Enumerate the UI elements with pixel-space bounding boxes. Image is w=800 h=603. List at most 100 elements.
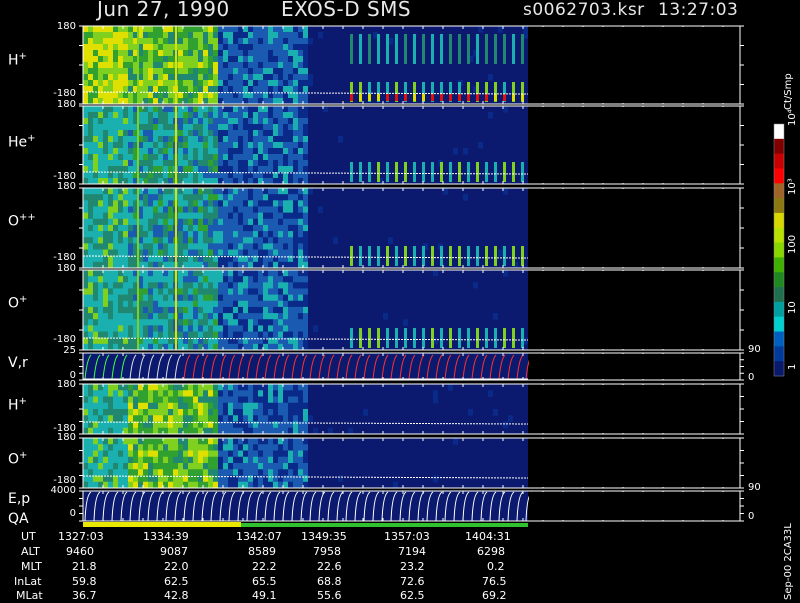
spin-streak: [440, 94, 443, 101]
spectrogram-cell: [118, 255, 123, 263]
spectrogram-cell: [278, 325, 283, 333]
spectrogram-cell: [273, 390, 278, 397]
spectrogram-cell: [293, 118, 298, 125]
spectrogram-cell: [223, 166, 228, 173]
spectrogram-cell: [453, 160, 458, 167]
spectrogram-cell: [268, 294, 273, 302]
spectrogram-cell: [208, 438, 213, 445]
spectrogram-cell: [93, 56, 98, 63]
spectrogram-cell: [243, 218, 248, 226]
spectrogram-cell: [103, 154, 108, 161]
spectrogram-cell: [188, 218, 193, 226]
spectrogram-cell: [213, 112, 218, 119]
spectrogram-cell: [358, 456, 363, 464]
spectrogram-cell: [123, 409, 128, 416]
spectrogram-cell: [213, 44, 218, 51]
spectrogram-cell: [293, 456, 298, 464]
spectrogram-cell: [98, 331, 103, 339]
spectrogram-cell: [93, 112, 98, 119]
spectrogram-cell: [298, 218, 303, 226]
spectrogram-cell: [198, 206, 203, 214]
spectrogram-cell: [128, 62, 133, 69]
spectrogram-cell: [243, 390, 248, 397]
spectrogram-cell: [263, 26, 268, 33]
spectrogram-cell: [178, 68, 183, 75]
spectrogram-cell: [198, 154, 203, 161]
spectrogram-cell: [268, 288, 273, 296]
spectrogram-cell: [158, 32, 163, 39]
spectrogram-cell: [98, 402, 103, 410]
spectrogram-cell: [343, 212, 348, 220]
spectrogram-cell: [238, 319, 243, 326]
spectrogram-cell: [188, 130, 193, 137]
spectrogram-cell: [198, 160, 203, 167]
spectrogram-cell: [98, 313, 103, 320]
spectrogram-cell: [283, 409, 288, 416]
spectrogram-cell: [228, 450, 233, 458]
spectrogram-cell: [113, 38, 118, 45]
qa-bar: [241, 523, 528, 527]
spectrogram-cell: [218, 206, 223, 214]
spectrogram-cell: [148, 469, 153, 476]
spectrogram-cell: [118, 456, 123, 464]
spectrogram-cell: [163, 38, 168, 45]
spectrogram-cell: [188, 200, 193, 207]
spectrogram-cell: [248, 415, 253, 422]
spectrogram-cell: [288, 44, 293, 51]
spectrogram-cell: [93, 270, 98, 277]
spectrogram-cell: [143, 231, 148, 238]
spectrogram-cell: [213, 276, 218, 283]
spectrogram-cell: [253, 402, 258, 410]
spectrogram-cell: [303, 237, 308, 244]
spectrogram-cell: [168, 118, 173, 125]
spectrogram-cell: [198, 249, 203, 257]
spectrogram-cell: [283, 74, 288, 81]
spectrogram-cell: [198, 142, 203, 149]
rtick-max: 90: [748, 344, 761, 355]
spectrogram-cell: [188, 237, 193, 244]
spectrogram-cell: [163, 402, 168, 410]
spectrogram-cell: [253, 444, 258, 451]
spectrogram-cell: [238, 188, 243, 195]
spectrogram-cell: [388, 237, 393, 244]
spin-streak: [377, 34, 380, 64]
spectrogram-cell: [178, 294, 183, 302]
spectrogram-cell: [193, 409, 198, 416]
spectrogram-cell: [243, 106, 248, 113]
spectrogram-cell: [158, 444, 163, 451]
spectrogram-cell: [183, 450, 188, 458]
spectrogram-cell: [193, 319, 198, 326]
spectrogram-cell: [118, 237, 123, 244]
spectrogram-cell: [158, 206, 163, 214]
spectrogram-cell: [98, 243, 103, 251]
x-value: 7194: [398, 545, 426, 558]
spectrogram-cell: [213, 224, 218, 232]
spectrogram-cell: [148, 396, 153, 404]
spectrogram-cell: [83, 56, 88, 63]
spectrogram-cell: [238, 396, 243, 404]
spectrogram-cell: [243, 200, 248, 207]
spin-streak: [449, 94, 452, 101]
spectrogram-cell: [298, 306, 303, 314]
spectrogram-cell: [238, 206, 243, 214]
spectrogram-cell: [303, 74, 308, 81]
spectrogram-cell: [293, 86, 298, 93]
spectrogram-cell: [98, 270, 103, 277]
spectrogram-cell: [108, 456, 113, 464]
panel-label-h-plus-2: H+: [8, 396, 27, 414]
spectrogram-cell: [103, 456, 108, 464]
spectrogram-cell: [218, 463, 223, 470]
spectrogram-cell: [278, 319, 283, 326]
spectrogram-cell: [118, 200, 123, 207]
spectrogram-cell: [218, 300, 223, 308]
spectrogram-cell: [243, 396, 248, 404]
spectrogram-cell: [263, 112, 268, 119]
spectrogram-cell: [228, 469, 233, 476]
spectrogram-cell: [208, 142, 213, 149]
spectrogram-cell: [218, 306, 223, 314]
spectrogram-cell: [148, 294, 153, 302]
spectrogram-cell: [123, 26, 128, 33]
spectrogram-cell: [108, 160, 113, 167]
spectrogram-cell: [258, 56, 263, 63]
spectrogram-cell: [293, 130, 298, 137]
